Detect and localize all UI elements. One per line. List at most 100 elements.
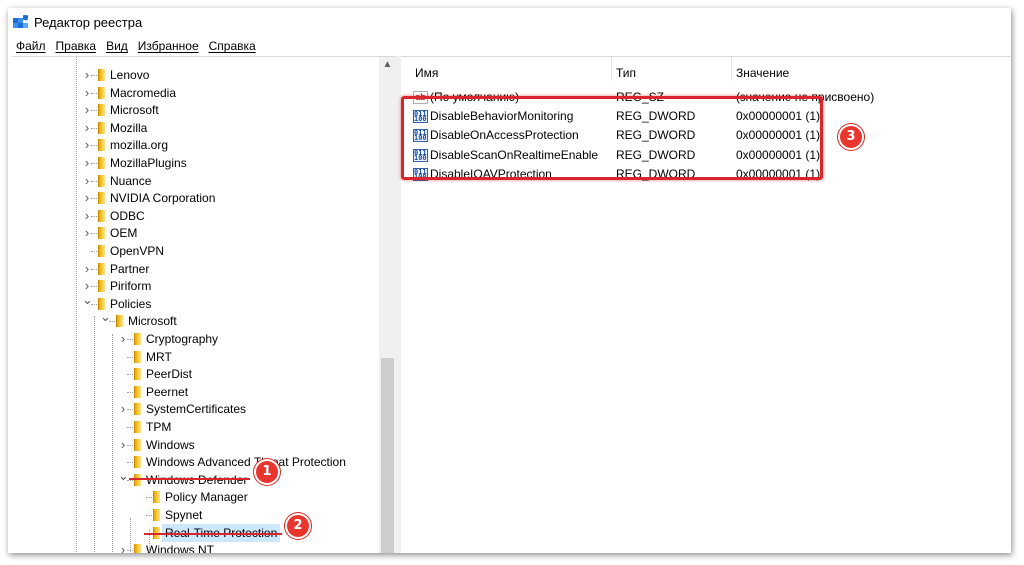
tree-connector [91,180,97,182]
title-bar: Редактор реестра [8,8,1011,36]
tree-node-label[interactable]: Windows Advanced Threat Protection [146,453,346,471]
scroll-thumb[interactable] [381,358,394,553]
tree-node-label[interactable]: Piriform [110,277,151,295]
tree-node[interactable]: › Cryptography [12,330,372,348]
folder-icon [98,139,105,152]
tree-node-label[interactable]: TPM [146,418,171,436]
tree-node-label[interactable]: Spynet [165,506,202,524]
folder-icon [134,544,141,553]
tree-node-label[interactable]: OpenVPN [110,242,164,260]
folder-icon [98,104,105,117]
tree-connector [127,391,133,393]
column-header-type[interactable]: Тип [616,66,636,80]
tree-scrollbar[interactable]: ▲ [379,57,396,553]
scroll-up-icon[interactable]: ▲ [379,59,396,75]
tree-node[interactable]: Spynet [12,506,372,524]
tree-connector [91,127,97,129]
tree-connector [127,356,133,358]
tree-node-label[interactable]: Nuance [110,172,151,190]
tree-node[interactable]: › Lenovo [12,66,372,84]
tree-node-label[interactable]: SystemCertificates [146,400,246,418]
tree-connector [109,321,115,323]
folder-icon [153,509,160,521]
tree-node[interactable]: › Windows [12,436,372,454]
tree-node[interactable]: PeerDist [12,365,372,383]
tree-node-label[interactable]: Cryptography [146,330,218,348]
tree-connector [127,409,133,411]
column-header-name[interactable]: Имя [415,66,438,80]
tree-node[interactable]: › ODBC [12,207,372,225]
tree-connector [91,286,97,288]
folder-icon [134,456,141,469]
tree-node-label[interactable]: PeerDist [146,365,192,383]
tree-node-label[interactable]: Windows [146,436,195,454]
tree-node[interactable]: › Piriform [12,277,372,295]
tree-connector [127,444,133,446]
tree-node[interactable]: › SystemCertificates [12,400,372,418]
tree-node[interactable]: › Windows NT [12,541,372,553]
tree-node[interactable]: TPM [12,418,372,436]
folder-icon [134,368,141,381]
tree-node[interactable]: OpenVPN [12,242,372,260]
folder-icon [134,438,141,451]
tree-node[interactable]: MRT [12,348,372,366]
folder-icon [134,385,141,398]
tree-node-label[interactable]: Microsoft [128,312,177,330]
tree-node[interactable]: › Microsoft [12,101,372,119]
tree-node-label[interactable]: Peernet [146,383,188,401]
tree-node-label[interactable]: Macromedia [110,84,176,102]
tree-node-label[interactable]: OEM [110,224,137,242]
tree-connector [91,163,97,164]
tree-node[interactable]: ⌄ Policies [12,293,372,313]
column-separator[interactable] [611,57,612,81]
folder-icon [134,333,141,345]
tree-node-label[interactable]: Lenovo [110,66,149,84]
column-separator[interactable] [731,57,732,81]
menu-bar: Файл Правка Вид Избранное Справка [8,36,1011,56]
tree-node[interactable]: › OEM [12,224,372,242]
tree-connector [91,215,97,217]
tree-node-label[interactable]: MRT [146,348,172,366]
column-header-value[interactable]: Значение [736,66,789,80]
tree-node[interactable]: ⌄ Microsoft [12,310,372,330]
tree-connector [91,198,97,200]
tree-node[interactable]: Windows Advanced Threat Protection [12,453,372,471]
menu-item-1[interactable]: Правка [56,39,97,53]
window-title: Редактор реестра [34,15,143,30]
tree-node[interactable]: › Nuance [12,172,372,190]
tree-connector [91,92,97,94]
menu-item-3[interactable]: Избранное [138,39,199,53]
menu-item-2[interactable]: Вид [106,39,128,53]
tree-node[interactable]: › Macromedia [12,84,372,102]
tree-node[interactable]: › Mozilla [12,119,372,137]
tree-node-label[interactable]: Microsoft [110,101,159,119]
tree-node[interactable]: › mozilla.org [12,136,372,154]
tree-node[interactable]: › MozillaPlugins [12,154,372,172]
tree-connector [146,497,152,499]
folder-icon [98,227,105,240]
chevron-right-icon[interactable]: › [118,541,128,553]
folder-icon [98,157,105,169]
tree-node-label[interactable]: Policies [110,295,151,313]
tree-node[interactable]: Peernet [12,383,372,401]
tree-node-label[interactable]: Partner [110,260,149,278]
tree-node-label[interactable]: Mozilla [110,119,147,137]
tree-node-label[interactable]: Windows NT [146,541,214,553]
tree-node-label[interactable]: Policy Manager [165,488,248,506]
tree-guide-line [112,334,113,553]
tree-node[interactable]: › Partner [12,260,372,278]
tree-node-label[interactable]: NVIDIA Corporation [110,189,215,207]
tree-connector [127,462,133,464]
tree-node[interactable]: Policy Manager [12,488,372,506]
menu-item-0[interactable]: Файл [16,39,46,53]
highlight-box-values [401,96,823,180]
tree-node[interactable]: › NVIDIA Corporation [12,189,372,207]
menu-item-4[interactable]: Справка [209,39,256,53]
folder-icon [134,403,141,416]
tree-connector [91,233,97,235]
tree-node-label[interactable]: ODBC [110,207,145,225]
tree-node-label[interactable]: MozillaPlugins [110,154,187,172]
tree-node-label[interactable]: mozilla.org [110,136,168,154]
folder-icon [98,297,105,310]
tree-connector [91,145,97,147]
